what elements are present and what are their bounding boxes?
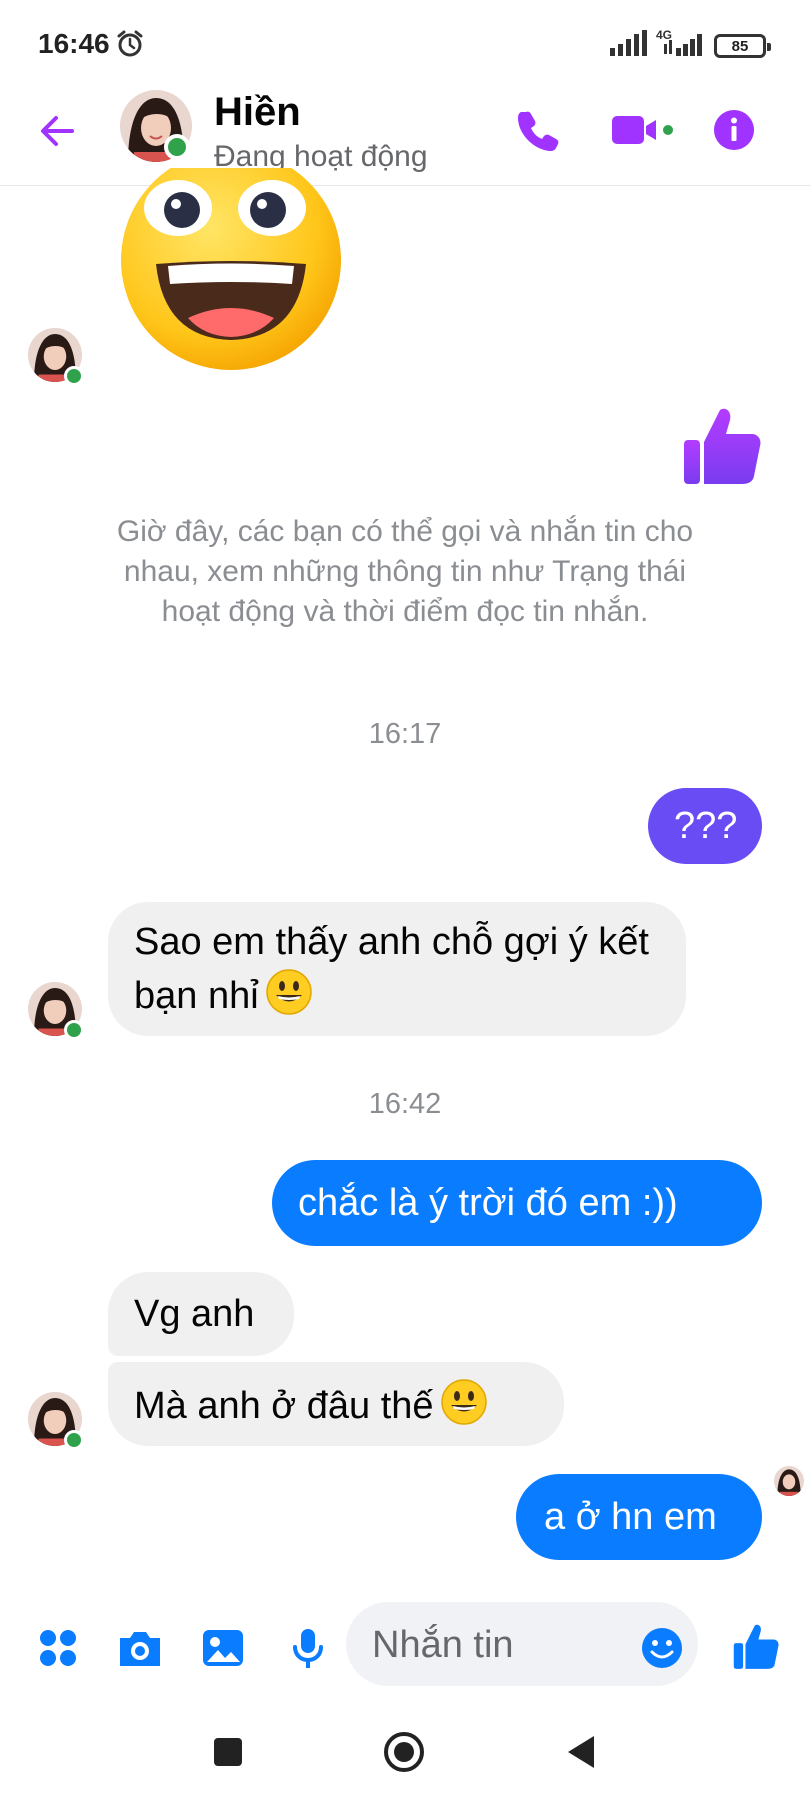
back-triangle-icon[interactable] bbox=[560, 1730, 604, 1774]
recent-apps-icon[interactable] bbox=[206, 1730, 250, 1774]
status-time: 16:46 bbox=[38, 28, 110, 59]
outgoing-message-bubble[interactable]: a ở hn em bbox=[516, 1474, 762, 1560]
thumbs-up-icon[interactable] bbox=[732, 1622, 780, 1670]
incoming-message-bubble[interactable]: Vg anh bbox=[108, 1272, 294, 1356]
message-text: Mà anh ở đâu thế bbox=[134, 1385, 434, 1427]
online-status-dot bbox=[64, 1430, 84, 1450]
back-arrow-icon[interactable] bbox=[34, 108, 80, 154]
contact-name[interactable]: Hiền bbox=[214, 90, 301, 135]
grinning-emoji-icon bbox=[265, 969, 312, 1015]
outgoing-message-bubble[interactable]: chắc là ý trời đó em :)) bbox=[272, 1160, 762, 1246]
battery-indicator: 85 bbox=[714, 34, 771, 58]
message-text: chắc là ý trời đó em :)) bbox=[298, 1182, 678, 1224]
avatar-portrait-icon bbox=[774, 1466, 804, 1496]
system-message: Giờ đây, các bạn có thể gọi và nhắn tin … bbox=[116, 515, 694, 628]
online-status-dot bbox=[64, 1020, 84, 1040]
emoji-icon[interactable] bbox=[640, 1626, 684, 1670]
timestamp: 16:42 bbox=[368, 1088, 442, 1120]
thumbs-up-icon bbox=[684, 408, 761, 484]
grinning-emoji-icon bbox=[440, 1379, 487, 1425]
home-icon[interactable] bbox=[382, 1730, 426, 1774]
message-text: Sao em thấy anh chỗ gợi ý kết bạn nhỉ bbox=[134, 921, 649, 1017]
info-icon[interactable] bbox=[712, 104, 756, 156]
incoming-message-bubble[interactable]: Mà anh ở đâu thế bbox=[108, 1362, 564, 1446]
signal-strength-icon bbox=[610, 30, 647, 56]
grinning-emoji-sticker bbox=[121, 168, 341, 370]
outgoing-message-bubble[interactable]: ??? bbox=[648, 788, 762, 864]
online-status-dot bbox=[64, 366, 84, 386]
menu-grid-icon[interactable] bbox=[36, 1626, 80, 1670]
video-camera-icon[interactable] bbox=[608, 104, 674, 156]
microphone-icon[interactable] bbox=[286, 1626, 330, 1670]
incoming-message-bubble[interactable]: Sao em thấy anh chỗ gợi ý kết bạn nhỉ bbox=[108, 902, 686, 1036]
online-status-dot bbox=[164, 134, 190, 160]
timestamp: 16:17 bbox=[368, 718, 442, 750]
message-text: Vg anh bbox=[134, 1293, 255, 1335]
signal-strength-2-icon bbox=[664, 34, 702, 56]
image-icon[interactable] bbox=[200, 1626, 246, 1670]
camera-icon[interactable] bbox=[116, 1626, 164, 1670]
message-text: ??? bbox=[674, 805, 738, 847]
status-bar: 16:46 4G 85 bbox=[0, 0, 810, 90]
phone-icon[interactable] bbox=[512, 104, 564, 156]
alarm-clock-icon bbox=[117, 30, 143, 57]
message-input-placeholder: Nhắn tin bbox=[372, 1624, 514, 1666]
read-receipt-avatar bbox=[774, 1466, 804, 1496]
message-text: a ở hn em bbox=[544, 1496, 717, 1538]
